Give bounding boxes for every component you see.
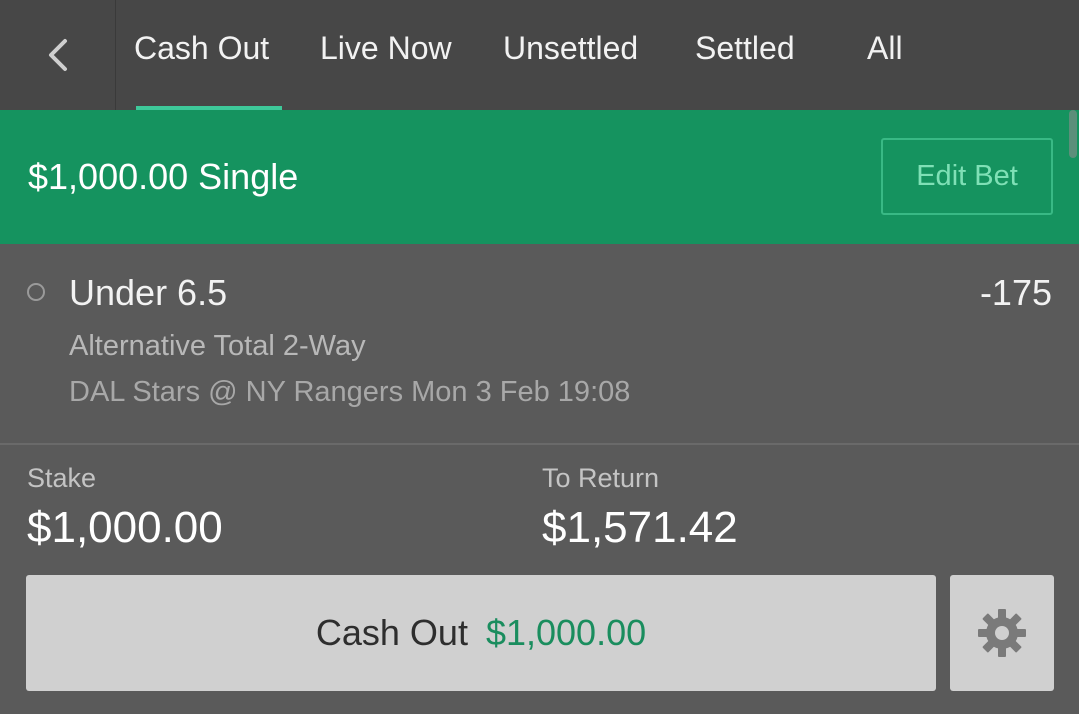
selection-status-icon bbox=[27, 283, 45, 301]
tab-settled[interactable]: Settled bbox=[695, 30, 795, 74]
cash-out-label: Cash Out bbox=[315, 612, 468, 653]
cash-out-button[interactable]: Cash Out $1,000.00 bbox=[26, 575, 936, 691]
tab-cash-out[interactable]: Cash Out bbox=[134, 30, 269, 74]
chevron-left-icon bbox=[48, 39, 67, 71]
selection-name: Under 6.5 bbox=[69, 272, 228, 313]
stake-value: $1,000.00 bbox=[27, 503, 223, 552]
to-return-label: To Return bbox=[542, 463, 660, 493]
top-nav: Cash Out Live Now Unsettled Settled All bbox=[0, 0, 1079, 110]
selection-odds: -175 bbox=[979, 272, 1052, 313]
bet-history-screen: Cash Out Live Now Unsettled Settled All … bbox=[0, 0, 1079, 714]
bet-selection: Under 6.5 -175 Alternative Total 2-Way D… bbox=[0, 244, 1079, 444]
tab-all[interactable]: All bbox=[867, 30, 903, 74]
back-button[interactable] bbox=[0, 0, 116, 110]
to-return-value: $1,571.42 bbox=[542, 503, 738, 552]
cash-out-settings-button[interactable] bbox=[950, 575, 1054, 691]
scrollbar[interactable] bbox=[1069, 110, 1077, 158]
tab-live-now[interactable]: Live Now bbox=[320, 30, 452, 74]
gear-icon bbox=[978, 609, 1026, 657]
tab-unsettled[interactable]: Unsettled bbox=[503, 30, 638, 74]
cash-out-amount: $1,000.00 bbox=[485, 612, 647, 653]
bet-title: $1,000.00 Single bbox=[28, 156, 299, 197]
edit-bet-button[interactable]: Edit Bet bbox=[881, 138, 1053, 215]
selection-market: Alternative Total 2-Way bbox=[69, 330, 366, 362]
stake-label: Stake bbox=[27, 463, 97, 493]
selection-event: DAL Stars @ NY Rangers Mon 3 Feb 19:08 bbox=[69, 376, 631, 408]
bet-header: $1,000.00 Single Edit Bet bbox=[0, 110, 1079, 244]
